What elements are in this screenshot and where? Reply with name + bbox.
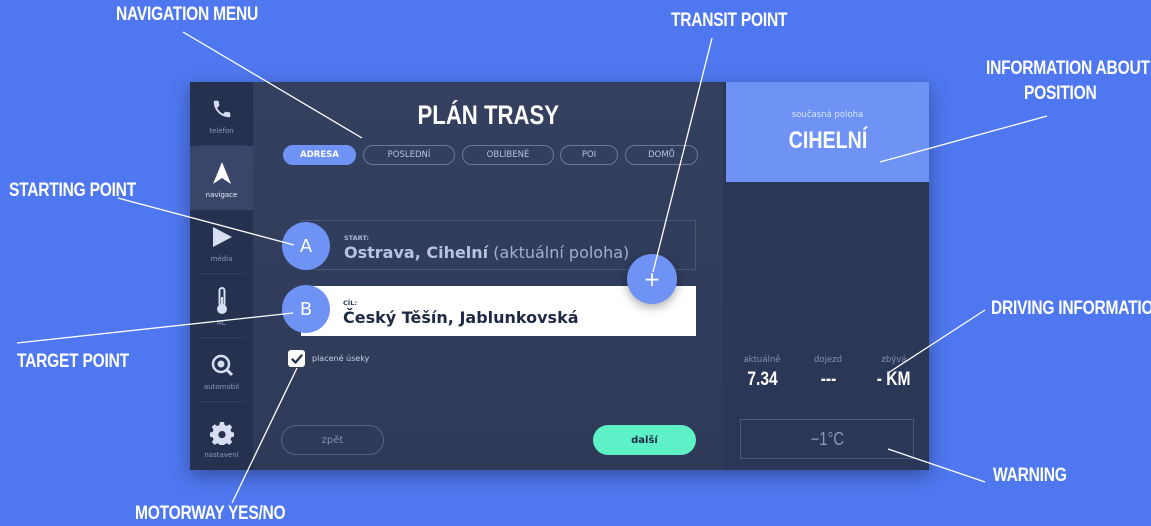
stat-value: --- — [820, 369, 836, 390]
sidebar-item-label: navigace — [205, 191, 238, 199]
annotation-warning: WARNING — [993, 465, 1067, 486]
thermometer-icon — [190, 287, 253, 314]
checkmark-icon — [290, 353, 303, 364]
stat-current: aktuálně 7.34 — [732, 355, 792, 391]
sidebar-item-navigace[interactable]: navigace — [190, 146, 253, 210]
annotation-transit-point: TRANSIT POINT — [671, 10, 788, 31]
sidebar-item-label: média — [210, 255, 233, 263]
annotation-driving-information: DRIVING INFORMATION — [991, 298, 1151, 319]
position-value: CIHELNÍ — [788, 127, 867, 154]
add-transit-point-button[interactable]: + — [627, 254, 677, 304]
annotation-navigation-menu: NAVIGATION MENU — [116, 4, 259, 25]
next-button[interactable]: další — [593, 425, 696, 455]
car-service-icon — [190, 352, 253, 378]
annotation-line-1: INFORMATION ABOUT — [986, 58, 1150, 79]
page-title: PLÁN TRASY — [417, 100, 559, 130]
stat-value: 7.34 — [746, 369, 778, 390]
annotation-target-point: TARGET POINT — [17, 351, 129, 372]
target-caption: CÍL: — [343, 299, 357, 307]
route-plan-panel: PLÁN TRASY ADRESA POSLEDNÍ OBLÍBENÉ POI … — [253, 82, 723, 470]
tab-bar: ADRESA POSLEDNÍ OBLÍBENÉ POI DOMŮ — [283, 145, 703, 167]
start-caption: START: — [344, 234, 370, 242]
back-button[interactable]: zpět — [281, 425, 384, 455]
play-icon — [190, 224, 253, 250]
stat-label: zbývá — [881, 355, 907, 365]
stat-label: aktuálně — [743, 355, 781, 365]
position-caption: současná poloha — [791, 110, 864, 120]
navigation-arrow-icon — [190, 160, 253, 186]
gear-icon — [190, 420, 253, 446]
sidebar-item-label: telefon — [209, 127, 234, 135]
sidebar-item-label: AC — [216, 319, 227, 327]
tab-oblibene[interactable]: OBLÍBENÉ — [462, 145, 554, 165]
stat-label: dojezd — [813, 355, 843, 365]
sidebar-item-label: automobil — [203, 383, 240, 391]
tab-poi[interactable]: POI — [560, 145, 618, 165]
annotation-information-about-position: INFORMATION ABOUT POSITION — [986, 58, 1151, 105]
stat-value: - KM — [877, 369, 911, 390]
start-marker: A — [282, 222, 330, 270]
sidebar-item-ac[interactable]: AC — [190, 274, 253, 338]
sidebar-item-nastaveni[interactable]: nastavení — [190, 406, 253, 470]
divider — [198, 401, 245, 402]
tab-posledni[interactable]: POSLEDNÍ — [363, 145, 455, 165]
target-value: Český Těšín, Jablunkovská — [343, 308, 579, 327]
annotation-line-2: POSITION — [1024, 83, 1097, 104]
phone-icon — [190, 96, 253, 122]
sidebar-item-label: nastavení — [204, 451, 239, 459]
target-marker: B — [282, 285, 330, 333]
temperature-warning: −1°C — [740, 419, 914, 459]
start-address: Ostrava, Cihelní — [344, 243, 489, 262]
infotainment-screen: telefon navigace média AC automobil nast… — [190, 82, 929, 470]
toll-checkbox-label: placené úseky — [312, 354, 370, 363]
stat-range: dojezd --- — [798, 355, 858, 391]
tab-domu[interactable]: DOMŮ — [625, 145, 698, 165]
toll-checkbox[interactable] — [288, 350, 305, 367]
start-value: Ostrava, Cihelní (aktuální poloha) — [344, 243, 629, 262]
sidebar-item-automobil[interactable]: automobil — [190, 338, 253, 402]
tab-adresa[interactable]: ADRESA — [283, 145, 356, 165]
annotation-starting-point: STARTING POINT — [9, 180, 136, 201]
stat-remaining: zbývá - KM — [864, 355, 924, 391]
sidebar-item-telefon[interactable]: telefon — [190, 82, 253, 146]
annotation-motorway: MOTORWAY YES/NO — [135, 503, 286, 524]
sidebar-item-media[interactable]: média — [190, 210, 253, 274]
start-note: (aktuální poloha) — [493, 243, 630, 262]
position-info: současná poloha CIHELNÍ — [726, 82, 929, 182]
navigation-menu: telefon navigace média AC automobil nast… — [190, 82, 253, 470]
info-panel: současná poloha CIHELNÍ aktuálně 7.34 do… — [726, 82, 929, 470]
